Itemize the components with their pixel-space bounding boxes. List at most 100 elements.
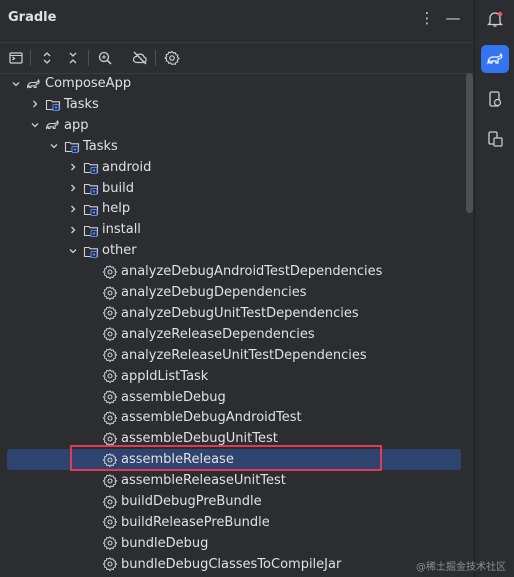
tree-row-builddebugprebundle[interactable]: buildDebugPreBundle (0, 491, 466, 512)
chevron-down-icon[interactable] (29, 119, 41, 131)
task-folder-icon (83, 243, 99, 259)
tree-row-other[interactable]: other (0, 240, 466, 261)
tree-row-analyzedebugunittestdependencies[interactable]: analyzeDebugUnitTestDependencies (0, 303, 466, 324)
build-settings-button[interactable] (162, 48, 182, 68)
chevron-placeholder (86, 391, 98, 403)
collapse-all-button[interactable] (63, 48, 83, 68)
tree-row-assembledebug[interactable]: assembleDebug (0, 387, 466, 408)
tree-row-app[interactable]: app (0, 115, 466, 136)
chevron-placeholder (86, 349, 98, 361)
tree-row-label: assembleDebugAndroidTest (121, 410, 302, 426)
tree-row-tasks[interactable]: Tasks (0, 136, 466, 157)
tree-row-label: analyzeDebugAndroidTestDependencies (121, 264, 383, 280)
tree-row-analyzereleasedependencies[interactable]: analyzeReleaseDependencies (0, 324, 466, 345)
device-manager-button[interactable] (481, 85, 509, 113)
chevron-right-icon[interactable] (67, 224, 79, 236)
tree-row-buildreleaseprebundle[interactable]: buildReleasePreBundle (0, 512, 466, 533)
tree-scrollbar[interactable] (466, 73, 473, 213)
gradle-elephant-icon (487, 52, 503, 65)
task-folder-icon (83, 222, 99, 238)
gradle-toolbar (0, 42, 474, 74)
tree-row-label: android (102, 159, 152, 175)
running-devices-icon (488, 131, 503, 147)
highlight-box (70, 445, 382, 471)
gear-icon (164, 50, 180, 66)
analyze-dependencies-button[interactable] (95, 48, 115, 68)
gear-task-icon (102, 264, 118, 280)
tree-row-bundledebug[interactable]: bundleDebug (0, 533, 466, 554)
chevron-right-icon[interactable] (67, 203, 79, 215)
chevron-placeholder (86, 307, 98, 319)
tree-row-help[interactable]: help (0, 198, 466, 219)
chevron-placeholder (86, 433, 98, 445)
tree-row-tasks[interactable]: Tasks (0, 94, 466, 115)
task-folder-icon (83, 201, 99, 217)
gear-task-icon (102, 514, 118, 530)
tree-row-label: ComposeApp (45, 76, 132, 91)
minimize-icon[interactable]: — (444, 8, 462, 28)
notifications-button[interactable] (481, 5, 509, 33)
tree-row-analyzedebugandroidtestdependencies[interactable]: analyzeDebugAndroidTestDependencies (0, 261, 466, 282)
toggle-offline-mode-button[interactable] (130, 48, 150, 68)
tree-row-label: bundleDebugClassesToCompileJar (121, 556, 342, 572)
right-tool-rail (474, 0, 514, 577)
show-task-list-button[interactable] (6, 48, 26, 68)
task-folder-icon (64, 138, 80, 154)
tree-row-label: analyzeDebugDependencies (121, 285, 307, 300)
gear-task-icon (102, 326, 118, 342)
device-manager-icon (489, 91, 502, 107)
tree-row-label: install (102, 222, 141, 238)
tree-row-android[interactable]: android (0, 157, 466, 178)
tree-row-label: buildReleasePreBundle (121, 514, 270, 530)
chevron-down-icon[interactable] (10, 78, 22, 90)
more-vertical-icon[interactable]: ⋮ (418, 8, 436, 28)
chevron-placeholder (86, 537, 98, 549)
gear-task-icon (102, 556, 118, 572)
tree-row-assemblereleaseunittest[interactable]: assembleReleaseUnitTest (0, 470, 466, 491)
chevron-right-icon[interactable] (67, 182, 79, 194)
task-folder-icon (83, 159, 99, 175)
tree-row-analyzereleaseunittestdependencies[interactable]: analyzeReleaseUnitTestDependencies (0, 345, 466, 366)
gradle-tool-window: Gradle ⋮ — ComposeApp Tasks app Tasks androi… (0, 0, 474, 577)
chevron-placeholder (86, 475, 98, 487)
tree-row-label: buildDebugPreBundle (121, 494, 262, 509)
tree-row-composeapp[interactable]: ComposeApp (0, 73, 466, 94)
expand-all-button[interactable] (37, 48, 57, 68)
tree-row-bundledebugclassestocompilejar[interactable]: bundleDebugClassesToCompileJar (0, 554, 466, 575)
gear-task-icon (102, 347, 118, 363)
tree-row-label: analyzeReleaseUnitTestDependencies (121, 347, 367, 363)
gear-task-icon (102, 410, 118, 426)
tree-row-label: assembleReleaseUnitTest (121, 473, 286, 489)
gradle-tool-button[interactable] (481, 45, 509, 73)
tree-row-label: Tasks (64, 96, 99, 112)
chevron-down-icon[interactable] (48, 140, 60, 152)
running-devices-button[interactable] (481, 125, 509, 153)
tree-row-label: other (102, 243, 137, 259)
tree-row-label: Tasks (83, 138, 118, 154)
chevron-placeholder (86, 287, 98, 299)
panel-title: Gradle (8, 10, 57, 25)
task-folder-icon (45, 96, 61, 112)
gradle-task-tree: ComposeApp Tasks app Tasks android build help i… (0, 73, 466, 577)
dependencies-icon (98, 51, 112, 65)
toolbar-separator (155, 50, 156, 66)
tree-row-build[interactable]: build (0, 178, 466, 199)
tree-row-label: assembleDebug (121, 389, 226, 405)
tree-row-analyzedebugdependencies[interactable]: analyzeDebugDependencies (0, 282, 466, 303)
chevron-right-icon[interactable] (67, 161, 79, 173)
chevron-right-icon[interactable] (29, 98, 41, 110)
offline-cloud-icon (132, 51, 147, 65)
watermark: @稀土掘金技术社区 (416, 562, 506, 573)
expand-all-icon (43, 52, 51, 64)
chevron-placeholder (86, 496, 98, 508)
toolbar-separator (88, 50, 89, 66)
toolbar-separator (30, 50, 31, 66)
gear-task-icon (102, 285, 118, 301)
chevron-down-icon[interactable] (67, 245, 79, 257)
tree-row-appidlisttask[interactable]: appIdListTask (0, 366, 466, 387)
gear-task-icon (102, 305, 118, 321)
tree-row-install[interactable]: install (0, 219, 466, 240)
tree-row-assembledebugandroidtest[interactable]: assembleDebugAndroidTest (0, 407, 466, 428)
task-folder-icon (83, 180, 99, 196)
console-icon (9, 52, 23, 64)
